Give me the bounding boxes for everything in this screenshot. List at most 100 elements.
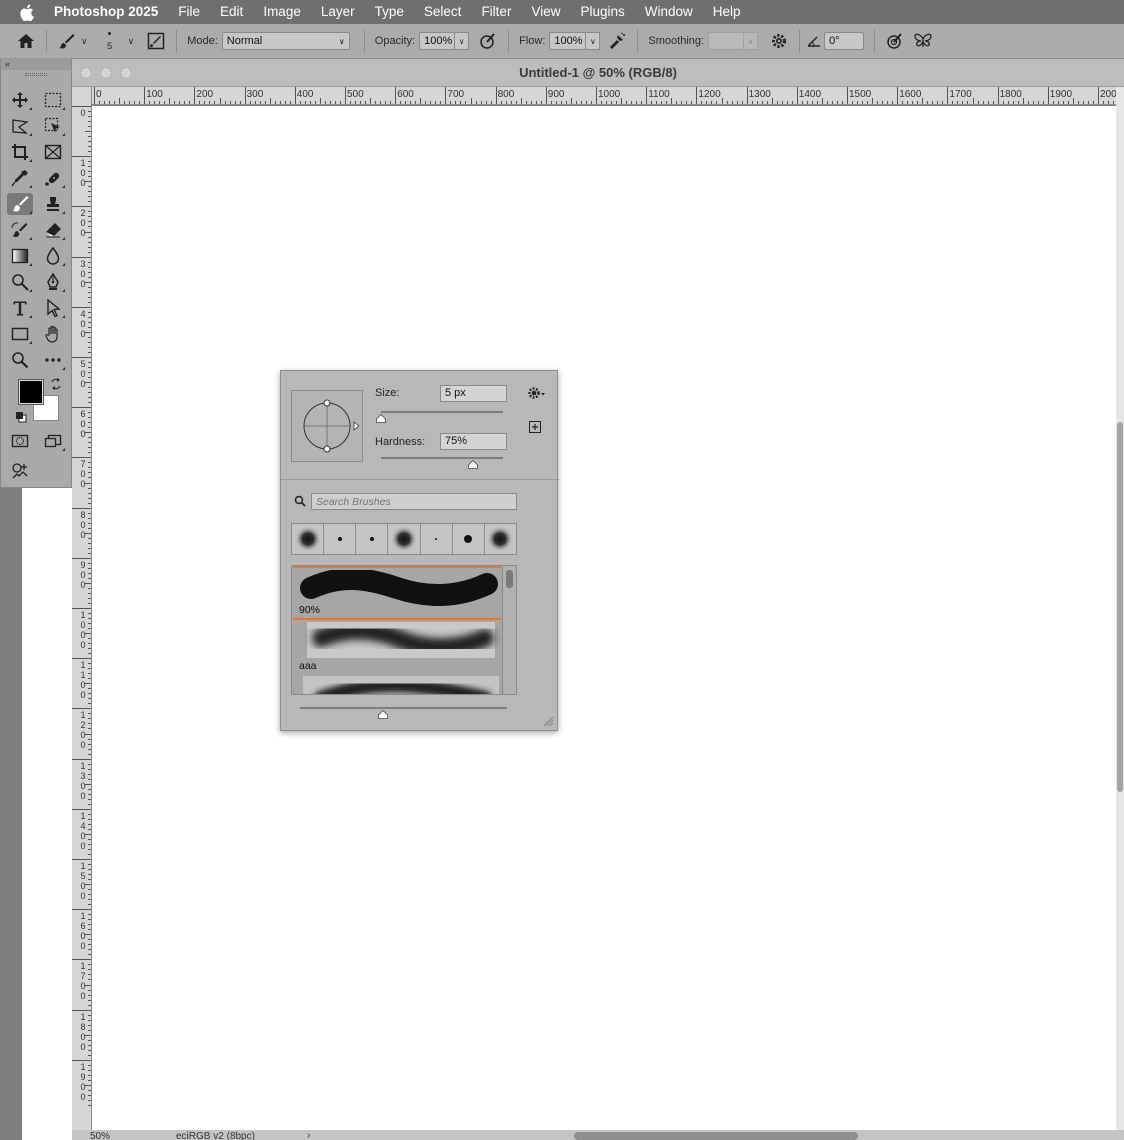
menu-select[interactable]: Select — [414, 0, 472, 24]
path-selection-tool-icon[interactable] — [40, 297, 66, 319]
pressure-size-icon[interactable] — [884, 30, 906, 52]
menu-type[interactable]: Type — [365, 0, 414, 24]
lasso-tool-icon[interactable] — [7, 115, 33, 137]
size-input[interactable]: 5 px — [440, 385, 507, 402]
hardness-slider-thumb[interactable] — [467, 459, 478, 469]
object-selection-tool-icon[interactable] — [40, 115, 66, 137]
eraser-tool-icon[interactable] — [40, 219, 66, 241]
smoothing-input[interactable] — [708, 32, 745, 50]
angle-input[interactable]: 0° — [824, 32, 865, 50]
document-canvas[interactable] — [92, 106, 1116, 1130]
foreground-color-swatch[interactable] — [18, 379, 44, 405]
menu-view[interactable]: View — [521, 0, 570, 24]
size-slider-thumb[interactable] — [376, 413, 386, 423]
brush-size-preview[interactable]: 5 — [98, 27, 122, 55]
apple-menu-icon[interactable] — [0, 4, 52, 21]
panel-grip[interactable] — [1, 70, 71, 78]
document-title-bar[interactable]: Untitled-1 @ 50% (RGB/8) — [72, 59, 1124, 87]
crop-tool-icon[interactable] — [7, 141, 33, 163]
edit-toolbar-icon[interactable] — [7, 460, 33, 482]
gear-icon[interactable] — [528, 386, 546, 400]
default-colors-icon[interactable] — [15, 410, 27, 423]
brush-preset-item[interactable]: 90% — [293, 566, 501, 620]
rectangle-tool-icon[interactable] — [7, 323, 33, 345]
brush-list-scrollbar-thumb[interactable] — [506, 570, 513, 588]
recent-brush-tip[interactable] — [485, 524, 516, 554]
frame-tool-icon[interactable] — [40, 141, 66, 163]
zoom-window-button[interactable] — [120, 66, 132, 79]
opacity-dropdown[interactable]: ∨ — [455, 32, 470, 50]
horizontal-ruler[interactable]: 0 100 200 300 400 500 600 700 800 900 1000 1100 1200… — [92, 87, 1116, 105]
eyedropper-tool-icon[interactable] — [7, 167, 33, 189]
symmetry-butterfly-icon[interactable] — [912, 30, 934, 52]
brush-settings-panel-icon[interactable] — [145, 30, 167, 52]
recent-brush-tip[interactable] — [356, 524, 389, 554]
type-tool-icon[interactable] — [7, 297, 33, 319]
minimize-window-button[interactable] — [100, 66, 112, 79]
recent-brush-tip[interactable] — [421, 524, 453, 554]
menu-layer[interactable]: Layer — [311, 0, 365, 24]
status-menu-arrow[interactable]: › — [307, 1130, 310, 1140]
brush-tool-preset-icon[interactable] — [56, 30, 78, 52]
preview-size-slider-thumb[interactable] — [377, 709, 388, 719]
flow-dropdown[interactable]: ∨ — [586, 32, 601, 50]
blur-tool-icon[interactable] — [40, 245, 66, 267]
airbrush-icon[interactable] — [606, 30, 628, 52]
flow-input[interactable]: 100% — [549, 32, 587, 50]
vertical-ruler[interactable]: 0 100 200 300 400 500 600 700 800 900 1000 1100 1200… — [72, 87, 92, 1130]
menu-file[interactable]: File — [168, 0, 210, 24]
brush-preset-item[interactable] — [293, 674, 501, 694]
smoothing-dropdown[interactable]: ∨ — [744, 32, 759, 50]
pressure-opacity-icon[interactable] — [477, 30, 499, 52]
horizontal-scrollbar-thumb[interactable] — [574, 1132, 858, 1140]
menu-plugins[interactable]: Plugins — [570, 0, 634, 24]
search-brushes-input[interactable] — [311, 493, 517, 510]
zoom-level[interactable]: 50% — [90, 1131, 110, 1140]
recent-brush-tip[interactable] — [453, 524, 485, 554]
brush-list-scrollbar[interactable] — [502, 566, 516, 694]
menu-help[interactable]: Help — [703, 0, 751, 24]
more-tools-icon[interactable] — [40, 349, 66, 371]
collapse-panel-icon[interactable]: « — [1, 58, 71, 70]
chevron-down-icon[interactable]: ∨ — [128, 36, 135, 47]
vertical-scrollbar[interactable] — [1116, 87, 1124, 1130]
home-icon[interactable] — [15, 30, 37, 52]
app-name-menu[interactable]: Photoshop 2025 — [52, 0, 168, 24]
clone-stamp-tool-icon[interactable] — [40, 193, 66, 215]
screen-mode-icon[interactable] — [40, 430, 66, 452]
swap-colors-icon[interactable] — [50, 377, 62, 390]
healing-brush-tool-icon[interactable] — [40, 167, 66, 189]
zoom-tool-icon[interactable] — [7, 349, 33, 371]
quick-mask-icon[interactable] — [7, 430, 33, 452]
brush-angle-preview[interactable] — [291, 390, 363, 462]
menu-filter[interactable]: Filter — [471, 0, 521, 24]
dodge-tool-icon[interactable] — [7, 271, 33, 293]
gear-icon[interactable] — [768, 30, 790, 52]
marquee-tool-icon[interactable] — [40, 89, 66, 111]
recent-brush-tip[interactable] — [292, 524, 325, 554]
menu-edit[interactable]: Edit — [210, 0, 253, 24]
move-tool-icon[interactable] — [7, 89, 33, 111]
hardness-input[interactable]: 75% — [440, 433, 507, 450]
brush-tool-icon[interactable] — [7, 193, 33, 215]
size-slider-track[interactable] — [381, 411, 503, 413]
gradient-tool-icon[interactable] — [7, 245, 33, 267]
history-brush-tool-icon[interactable] — [7, 219, 33, 241]
vertical-scrollbar-thumb[interactable] — [1117, 422, 1123, 792]
hardness-slider-track[interactable] — [381, 457, 503, 459]
recent-brush-tip[interactable] — [324, 524, 357, 554]
recent-brush-tip[interactable] — [388, 524, 421, 554]
pen-tool-icon[interactable] — [40, 271, 66, 293]
mode-select[interactable]: Normal ∨ — [221, 32, 350, 50]
brush-preset-item[interactable]: aaa — [293, 620, 501, 674]
hand-tool-icon[interactable] — [40, 323, 66, 345]
resize-grip-icon[interactable] — [543, 716, 554, 727]
preview-size-slider-track[interactable] — [300, 707, 507, 709]
menu-window[interactable]: Window — [635, 0, 703, 24]
new-preset-icon[interactable] — [529, 421, 541, 433]
chevron-down-icon[interactable]: ∨ — [81, 36, 88, 47]
close-window-button[interactable] — [80, 66, 92, 79]
ruler-tick — [88, 964, 91, 966]
opacity-input[interactable]: 100% — [419, 32, 456, 50]
menu-image[interactable]: Image — [253, 0, 311, 24]
